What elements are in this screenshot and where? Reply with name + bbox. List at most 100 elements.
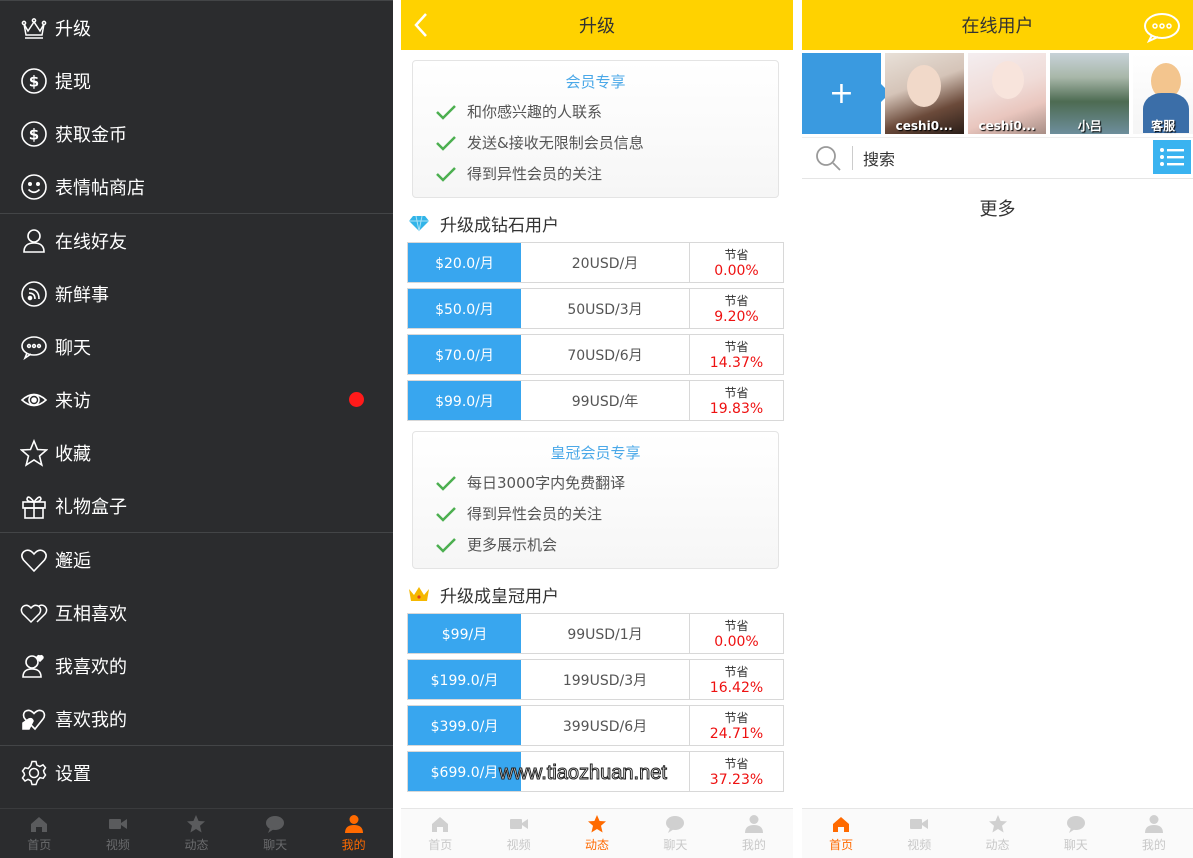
- menu-item-settings[interactable]: 设置: [0, 746, 393, 799]
- tab-video[interactable]: 视频: [880, 809, 958, 858]
- tab-moments[interactable]: 动态: [958, 809, 1036, 858]
- diamond-plan-row[interactable]: $99.0/月 99USD/年 节省 19.83%: [407, 380, 784, 421]
- tab-home[interactable]: 首页: [802, 809, 880, 858]
- menu-item-get-coins[interactable]: $ 获取金币: [0, 107, 393, 160]
- list-view-button[interactable]: [1153, 140, 1191, 174]
- search-icon: [816, 146, 841, 171]
- online-header: 在线用户: [802, 0, 1193, 50]
- tab-label: 首页: [27, 838, 52, 852]
- menu-item-label: 提现: [55, 71, 91, 93]
- menu-item-encounter[interactable]: 邂逅: [0, 533, 393, 586]
- user-avatar-card[interactable]: 小吕: [1050, 53, 1130, 134]
- list-icon: [1160, 148, 1184, 166]
- online-users-strip: + ceshi0... ceshi0... 小吕 客服: [802, 50, 1193, 137]
- perk-item: 发送&接收无限制会员信息: [413, 127, 778, 158]
- menu-item-favorites[interactable]: 收藏: [0, 426, 393, 479]
- plan-price[interactable]: $70.0/月: [408, 335, 521, 374]
- plan-price[interactable]: $20.0/月: [408, 243, 521, 282]
- user-avatar-card[interactable]: ceshi0...: [884, 53, 964, 134]
- tab-home[interactable]: 首页: [0, 809, 79, 858]
- diamond-plan-row[interactable]: $70.0/月 70USD/6月 节省 14.37%: [407, 334, 784, 375]
- tab-label: 聊天: [1063, 838, 1088, 852]
- chat-bubble-icon[interactable]: [1143, 11, 1181, 43]
- back-arrow-icon[interactable]: [409, 10, 435, 40]
- more-link[interactable]: 更多: [802, 195, 1193, 221]
- upgrade-panel: 升级 会员专享 和你感兴趣的人联系 发送&接收无限制会员信息 得到异性会员的关注…: [401, 0, 793, 858]
- menu-item-label: 喜欢我的: [55, 709, 127, 731]
- tab-me[interactable]: 我的: [314, 809, 393, 858]
- avatar-face: [906, 65, 941, 107]
- tab-me[interactable]: 我的: [715, 809, 793, 858]
- perk-item: 和你感兴趣的人联系: [413, 96, 778, 127]
- savings-label: 节省: [724, 385, 749, 400]
- tab-chat[interactable]: 聊天: [636, 809, 714, 858]
- menu-item-sticker-shop[interactable]: 表情帖商店: [0, 160, 393, 213]
- side-menu-panel: 升级 $ 提现 $ 获取金币 表情帖商店 在线好友 新鲜事 聊天 来访 收藏 礼…: [0, 0, 393, 858]
- tab-video[interactable]: 视频: [479, 809, 557, 858]
- double-heart-icon: [19, 598, 49, 628]
- savings-label: 节省: [724, 293, 749, 308]
- plan-price[interactable]: $399.0/月: [408, 706, 521, 745]
- tab-chat[interactable]: 聊天: [1037, 809, 1115, 858]
- menu-item-visitors[interactable]: 来访: [0, 373, 393, 426]
- plan-price[interactable]: $199.0/月: [408, 660, 521, 699]
- plan-price[interactable]: $99.0/月: [408, 381, 521, 420]
- menu-item-news[interactable]: 新鲜事: [0, 267, 393, 320]
- savings-label: 节省: [724, 756, 749, 771]
- menu-item-withdraw[interactable]: $ 提现: [0, 54, 393, 107]
- bottom-tab-bar: 首页 视频 动态 聊天 我的: [401, 808, 793, 858]
- tab-home[interactable]: 首页: [401, 809, 479, 858]
- crown-section-title: 升级成皇冠用户: [401, 575, 793, 613]
- tab-label: 我的: [341, 838, 366, 852]
- user-avatar-card[interactable]: ceshi0...: [967, 53, 1047, 134]
- tab-label: 视频: [105, 838, 130, 852]
- home-icon: [432, 817, 449, 832]
- plus-icon: +: [828, 76, 854, 111]
- plan-price[interactable]: $50.0/月: [408, 289, 521, 328]
- menu-item-upgrade[interactable]: 升级: [0, 1, 393, 54]
- menu-item-label: 我喜欢的: [55, 656, 127, 678]
- perk-item: 得到异性会员的关注: [413, 158, 778, 189]
- watermark-text: www.tiaozhuan.net: [499, 762, 668, 785]
- menu-item-mutual-like[interactable]: 互相喜欢: [0, 586, 393, 639]
- hand-heart-icon: [19, 704, 49, 734]
- smiley-icon: [19, 172, 49, 202]
- tab-video[interactable]: 视频: [79, 809, 158, 858]
- menu-item-i-like[interactable]: 我喜欢的: [0, 639, 393, 692]
- user-avatar-card[interactable]: 客服: [1133, 53, 1193, 134]
- star-icon: [187, 815, 206, 833]
- plan-savings: 节省 0.00%: [690, 243, 783, 282]
- tab-moments[interactable]: 动态: [558, 809, 636, 858]
- video-icon: [910, 819, 929, 829]
- search-input[interactable]: 搜索: [863, 146, 895, 170]
- tab-chat[interactable]: 聊天: [236, 809, 315, 858]
- crown-plan-row[interactable]: $199.0/月 199USD/3月 节省 16.42%: [407, 659, 784, 700]
- menu-item-likes-me[interactable]: 喜欢我的: [0, 692, 393, 745]
- tab-me[interactable]: 我的: [1115, 809, 1193, 858]
- menu-item-gift-box[interactable]: 礼物盒子: [0, 479, 393, 532]
- perk-label: 更多展示机会: [467, 536, 558, 554]
- plan-price[interactable]: $99/月: [408, 614, 521, 653]
- heart-icon: [19, 545, 49, 575]
- video-icon: [108, 819, 127, 829]
- perk-label: 和你感兴趣的人联系: [467, 103, 603, 121]
- crown-plan-row[interactable]: $99/月 99USD/1月 节省 0.00%: [407, 613, 784, 654]
- perk-item: 每日3000字内免费翻译: [413, 467, 778, 498]
- diamond-plan-row[interactable]: $50.0/月 50USD/3月 节省 9.20%: [407, 288, 784, 329]
- plan-savings: 节省 24.71%: [690, 706, 783, 745]
- crown-plan-row[interactable]: $399.0/月 399USD/6月 节省 24.71%: [407, 705, 784, 746]
- page-title: 升级: [579, 16, 615, 37]
- search-bar[interactable]: 搜索: [802, 137, 1193, 179]
- menu-item-chat[interactable]: 聊天: [0, 320, 393, 373]
- person-icon: [344, 815, 363, 833]
- menu-item-online-friends[interactable]: 在线好友: [0, 214, 393, 267]
- crown-icon: [409, 587, 429, 601]
- tab-moments[interactable]: 动态: [157, 809, 236, 858]
- diamond-plan-row[interactable]: $20.0/月 20USD/月 节省 0.00%: [407, 242, 784, 283]
- add-user-button[interactable]: +: [802, 53, 890, 134]
- unread-dot: [349, 392, 364, 407]
- plan-duration: 199USD/3月: [521, 660, 690, 699]
- perk-label: 每日3000字内免费翻译: [467, 474, 626, 492]
- home-icon: [833, 817, 850, 832]
- online-users-panel: 在线用户 + ceshi0... ceshi0... 小吕 客服 搜索 更多 首…: [802, 0, 1193, 858]
